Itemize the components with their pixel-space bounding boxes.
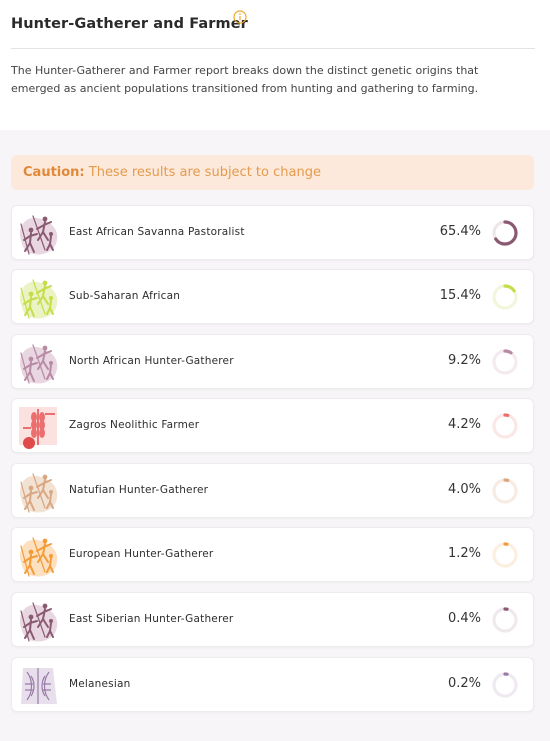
population-percent: 1.2%: [447, 546, 481, 561]
caution-banner: Caution: These results are subject to ch…: [11, 155, 534, 190]
percent-donut: [492, 542, 518, 568]
percent-donut: [492, 220, 518, 246]
hunter-figures-icon: [19, 473, 58, 513]
population-percent: 0.4%: [447, 611, 481, 626]
population-percent: 15.4%: [439, 288, 481, 303]
population-name: North African Hunter-Gatherer: [69, 355, 234, 367]
population-name: Melanesian: [69, 678, 131, 690]
population-name: East African Savanna Pastoralist: [69, 226, 245, 238]
percent-donut: [492, 672, 518, 698]
hunter-figures-icon: [19, 344, 58, 384]
donut-track: [492, 542, 518, 568]
population-name: Zagros Neolithic Farmer: [69, 419, 200, 431]
hunter-figures-icon: [19, 602, 58, 642]
header-divider: [11, 48, 535, 49]
report-description: The Hunter-Gatherer and Farmer report br…: [11, 64, 479, 95]
population-percent: 0.2%: [447, 676, 481, 691]
percent-donut: [492, 413, 518, 439]
donut-track: [492, 349, 518, 375]
result-card[interactable]: Melanesian 0.2%: [11, 657, 534, 712]
donut-track: [492, 607, 518, 633]
donut-track: [492, 672, 518, 698]
result-card[interactable]: Sub-Saharan African 15.4%: [11, 269, 534, 324]
result-card[interactable]: East Siberian Hunter-Gatherer 0.4%: [11, 592, 534, 647]
percent-donut: [492, 607, 518, 633]
page-title: Hunter-Gatherer and Farmer: [11, 16, 248, 32]
result-card[interactable]: Natufian Hunter-Gatherer 4.0%: [11, 463, 534, 518]
population-name: European Hunter-Gatherer: [69, 548, 214, 560]
population-name: East Siberian Hunter-Gatherer: [69, 613, 234, 625]
hunter-figures-icon: [19, 537, 58, 577]
population-percent: 4.0%: [447, 482, 481, 497]
result-card[interactable]: North African Hunter-Gatherer 9.2%: [11, 334, 534, 389]
wheat-icon: [19, 407, 57, 449]
percent-donut: [492, 284, 518, 310]
result-card[interactable]: European Hunter-Gatherer 1.2%: [11, 527, 534, 582]
hunter-figures-icon: [19, 279, 58, 319]
caution-label: Caution:: [23, 165, 85, 180]
report-header: Hunter-Gatherer and Farmer The Hunter-Ga…: [0, 0, 550, 130]
carved-pattern-icon: [21, 668, 57, 704]
percent-donut: [492, 349, 518, 375]
info-icon[interactable]: [233, 10, 247, 24]
population-name: Sub-Saharan African: [69, 290, 181, 302]
result-card[interactable]: Zagros Neolithic Farmer 4.2%: [11, 398, 534, 453]
caution-text: These results are subject to change: [84, 165, 321, 180]
population-percent: 4.2%: [447, 417, 481, 432]
population-percent: 65.4%: [439, 224, 481, 239]
donut-track: [492, 413, 518, 439]
population-percent: 9.2%: [447, 353, 481, 368]
population-name: Natufian Hunter-Gatherer: [69, 484, 209, 496]
hunter-figures-icon: [19, 215, 58, 255]
result-card[interactable]: East African Savanna Pastoralist 65.4%: [11, 205, 534, 260]
donut-track: [492, 478, 518, 504]
percent-donut: [492, 478, 518, 504]
